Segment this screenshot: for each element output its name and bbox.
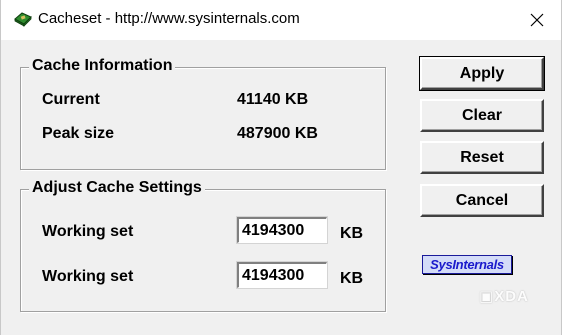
current-label: Current: [42, 91, 100, 108]
cache-information-legend: Cache Information: [29, 57, 176, 75]
current-value: 41140 KB: [237, 91, 309, 108]
green-chip-icon: [13, 10, 33, 28]
working-set-label-2: Working set: [42, 268, 134, 285]
working-set-label-1: Working set: [42, 223, 134, 240]
working-set-max-input[interactable]: [236, 261, 328, 289]
adjust-cache-settings-legend: Adjust Cache Settings: [29, 179, 205, 197]
working-set-min-input[interactable]: [236, 216, 328, 244]
xda-watermark-mark: ▣: [479, 288, 495, 305]
clear-button[interactable]: Clear: [420, 99, 544, 132]
working-set-unit-1: KB: [340, 225, 364, 242]
xda-watermark-text: XDA: [494, 288, 529, 305]
working-set-unit-2: KB: [340, 270, 364, 287]
peak-size-label: Peak size: [42, 125, 115, 142]
reset-button[interactable]: Reset: [420, 141, 544, 174]
window-title: Cacheset - http://www.sysinternals.com: [38, 10, 300, 27]
close-button[interactable]: [523, 6, 551, 34]
apply-button[interactable]: Apply: [419, 56, 545, 91]
sysinternals-logo[interactable]: SysInternals: [422, 255, 512, 274]
adjust-cache-settings-group: Adjust Cache Settings: [20, 179, 386, 312]
xda-watermark: ▣XDA: [479, 287, 529, 305]
close-icon: [530, 13, 544, 27]
peak-size-value: 487900 KB: [237, 125, 318, 142]
cancel-button[interactable]: Cancel: [420, 184, 544, 217]
cacheset-window: Cacheset - http://www.sysinternals.com C…: [0, 0, 562, 335]
title-bar[interactable]: Cacheset - http://www.sysinternals.com: [1, 0, 561, 40]
cache-information-group: Cache Information: [20, 57, 386, 170]
